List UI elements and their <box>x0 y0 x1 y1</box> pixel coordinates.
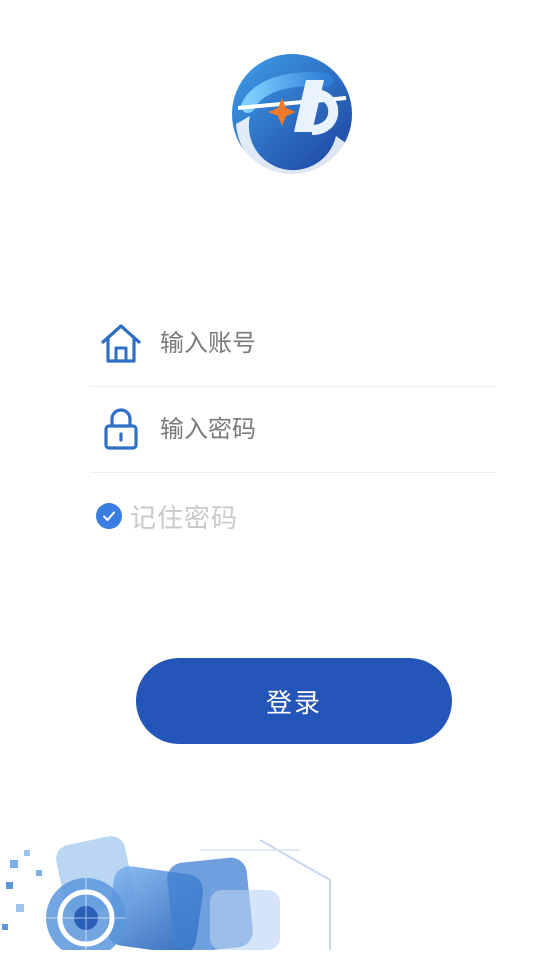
account-field-row <box>90 300 496 387</box>
account-input[interactable] <box>160 323 480 363</box>
remember-password-label: 记住密码 <box>130 503 239 534</box>
remember-password-checkbox[interactable]: 记住密码 <box>96 496 238 536</box>
home-icon <box>96 318 146 368</box>
tech-graphic <box>0 820 534 954</box>
company-logo <box>228 46 356 188</box>
check-icon[interactable] <box>96 503 122 529</box>
lock-icon <box>96 404 146 454</box>
login-button[interactable]: 登录 <box>136 658 452 744</box>
password-input[interactable] <box>160 409 480 449</box>
password-field-row <box>90 386 496 473</box>
